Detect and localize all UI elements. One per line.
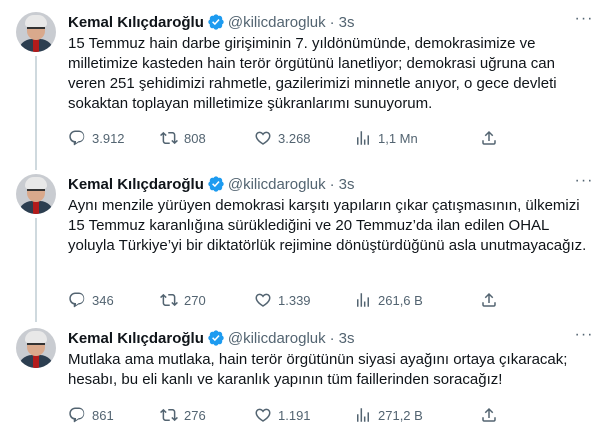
like-count: 3.268 bbox=[278, 130, 311, 146]
tweet-time[interactable]: 3s bbox=[339, 14, 355, 31]
more-icon[interactable]: ··· bbox=[574, 173, 594, 194]
retweet-icon bbox=[160, 293, 178, 307]
reply-icon bbox=[69, 407, 85, 423]
tweet[interactable]: Kemal Kılıçdaroğlu @kilicdarogluk · 3s ·… bbox=[0, 162, 610, 324]
author-handle[interactable]: @kilicdarogluk bbox=[228, 14, 326, 31]
verified-badge-icon bbox=[208, 330, 224, 346]
views-button[interactable]: 261,6 B bbox=[354, 291, 454, 309]
share-icon bbox=[482, 407, 496, 422]
like-count: 1.191 bbox=[278, 407, 311, 423]
retweet-button[interactable]: 808 bbox=[160, 129, 254, 147]
timeline: Kemal Kılıçdaroğlu @kilicdarogluk · 3s ·… bbox=[0, 0, 610, 439]
author-handle[interactable]: @kilicdarogluk bbox=[228, 176, 326, 193]
share-icon bbox=[482, 130, 496, 145]
separator-dot: · bbox=[329, 175, 335, 193]
separator-dot: · bbox=[329, 329, 335, 347]
heart-icon bbox=[255, 293, 271, 307]
avatar[interactable] bbox=[16, 174, 56, 214]
views-count: 261,6 B bbox=[378, 292, 423, 308]
heart-icon bbox=[255, 408, 271, 422]
verified-badge-icon bbox=[208, 176, 224, 192]
share-button[interactable] bbox=[480, 406, 498, 427]
author-name[interactable]: Kemal Kılıçdaroğlu bbox=[68, 330, 204, 347]
tweet-time[interactable]: 3s bbox=[339, 176, 355, 193]
more-icon[interactable]: ··· bbox=[574, 327, 594, 348]
retweet-count: 276 bbox=[184, 407, 206, 423]
reply-icon bbox=[69, 130, 85, 146]
retweet-count: 270 bbox=[184, 292, 206, 308]
views-button[interactable]: 271,2 B bbox=[354, 406, 454, 424]
like-button[interactable]: 1.191 bbox=[254, 406, 354, 424]
avatar[interactable] bbox=[16, 12, 56, 52]
retweet-count: 808 bbox=[184, 130, 206, 146]
tweet-text: 15 Temmuz hain darbe girişiminin 7. yıld… bbox=[68, 35, 557, 112]
views-count: 271,2 B bbox=[378, 407, 423, 423]
separator-dot: · bbox=[329, 13, 335, 31]
reply-count: 861 bbox=[92, 407, 114, 423]
views-icon bbox=[357, 131, 369, 145]
retweet-icon bbox=[160, 408, 178, 422]
reply-button[interactable]: 3.912 bbox=[68, 129, 160, 147]
tweet-time[interactable]: 3s bbox=[339, 330, 355, 347]
avatar[interactable] bbox=[16, 328, 56, 368]
tweet-text: Aynı menzile yürüyen demokrasi karşıtı y… bbox=[68, 197, 587, 254]
author-name[interactable]: Kemal Kılıçdaroğlu bbox=[68, 14, 204, 31]
views-count: 1,1 Mn bbox=[378, 130, 418, 146]
more-icon[interactable]: ··· bbox=[574, 11, 594, 32]
reply-count: 3.912 bbox=[92, 130, 125, 146]
tweet[interactable]: Kemal Kılıçdaroğlu @kilicdarogluk · 3s ·… bbox=[0, 0, 610, 162]
views-button[interactable]: 1,1 Mn bbox=[354, 129, 454, 147]
share-button[interactable] bbox=[480, 129, 498, 150]
verified-badge-icon bbox=[208, 14, 224, 30]
retweet-button[interactable]: 276 bbox=[160, 406, 254, 424]
views-icon bbox=[357, 408, 369, 422]
share-button[interactable] bbox=[480, 291, 498, 312]
like-count: 1.339 bbox=[278, 292, 311, 308]
author-handle[interactable]: @kilicdarogluk bbox=[228, 330, 326, 347]
reply-icon bbox=[69, 292, 85, 308]
reply-button[interactable]: 861 bbox=[68, 406, 160, 424]
reply-button[interactable]: 346 bbox=[68, 291, 160, 309]
reply-count: 346 bbox=[92, 292, 114, 308]
tweet[interactable]: Kemal Kılıçdaroğlu @kilicdarogluk · 3s ·… bbox=[0, 324, 610, 439]
like-button[interactable]: 1.339 bbox=[254, 291, 354, 309]
share-icon bbox=[482, 292, 496, 307]
author-name[interactable]: Kemal Kılıçdaroğlu bbox=[68, 176, 204, 193]
like-button[interactable]: 3.268 bbox=[254, 129, 354, 147]
retweet-button[interactable]: 270 bbox=[160, 291, 254, 309]
views-icon bbox=[357, 293, 369, 307]
tweet-text: Mutlaka ama mutlaka, hain terör örgütünü… bbox=[68, 351, 568, 388]
retweet-icon bbox=[160, 131, 178, 145]
heart-icon bbox=[255, 131, 271, 145]
